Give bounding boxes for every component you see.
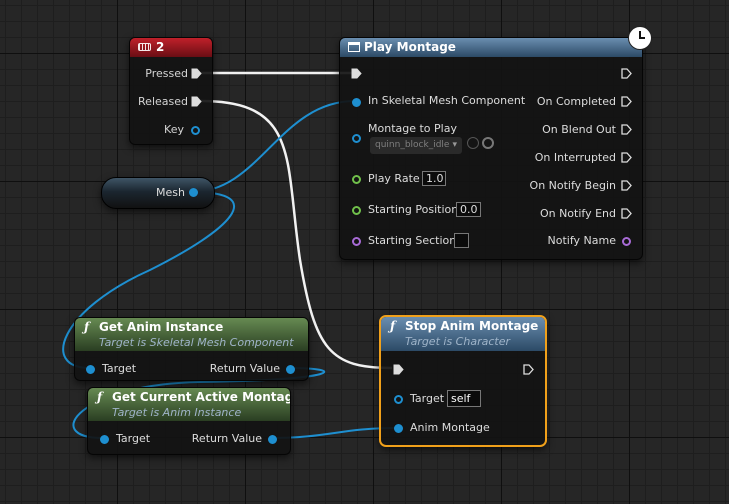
mesh-label: Mesh — [156, 186, 185, 199]
released-exec-pin[interactable] — [191, 96, 202, 107]
get-current-montage-node[interactable]: ƒ Get Current Active Montage Target is A… — [87, 387, 291, 455]
play-montage-exec-out[interactable] — [621, 68, 632, 79]
play-montage-exec-in[interactable] — [351, 68, 362, 79]
play-rate-pin[interactable] — [352, 175, 361, 184]
stop-montage-exec-in[interactable] — [393, 364, 404, 375]
play-rate-label: Play Rate — [368, 172, 420, 185]
notify-name-pin[interactable] — [622, 237, 631, 246]
get-anim-instance-node[interactable]: ƒ Get Anim Instance Target is Skeletal M… — [74, 317, 309, 381]
on-blend-out-pin[interactable] — [621, 124, 632, 135]
mesh-component-label: In Skeletal Mesh Component — [368, 94, 526, 107]
on-notify-begin-label: On Notify Begin — [529, 179, 616, 192]
current-montage-target-label: Target — [116, 432, 151, 445]
function-icon-2: ƒ — [97, 390, 103, 404]
on-completed-pin[interactable] — [621, 96, 632, 107]
released-label: Released — [138, 95, 188, 108]
mesh-output-pin[interactable] — [189, 188, 198, 197]
mesh-variable-node[interactable]: Mesh — [101, 177, 215, 209]
get-anim-instance-header: ƒ Get Anim Instance Target is Skeletal M… — [75, 318, 308, 351]
montage-label: Montage to Play — [368, 122, 457, 135]
current-montage-return-pin[interactable] — [268, 435, 277, 444]
stop-montage-target-pin[interactable] — [394, 395, 403, 404]
on-notify-end-label: On Notify End — [539, 207, 616, 220]
wire-mesh-to-play — [191, 100, 356, 193]
montage-node-icon — [348, 42, 360, 52]
play-montage-title: Play Montage — [364, 40, 456, 54]
anim-instance-return-pin[interactable] — [286, 365, 295, 374]
released-pin-row[interactable]: Released — [130, 95, 212, 109]
function-icon: ƒ — [84, 320, 90, 334]
stop-montage-target-label: Target — [410, 392, 445, 405]
use-selected-icon[interactable] — [467, 137, 479, 149]
start-section-field[interactable] — [454, 233, 469, 248]
search-icon[interactable] — [482, 137, 494, 149]
mesh-component-pin[interactable] — [352, 98, 361, 107]
play-montage-header: Play Montage — [340, 38, 642, 57]
on-notify-begin-pin[interactable] — [621, 180, 632, 191]
key-event-node[interactable]: 2 Pressed Released Key — [129, 37, 213, 145]
current-montage-target-pin[interactable] — [100, 435, 109, 444]
on-blend-out-label: On Blend Out — [542, 123, 616, 136]
get-anim-instance-title: Get Anim Instance — [99, 320, 224, 334]
stop-montage-exec-out[interactable] — [523, 364, 534, 375]
stop-montage-anim-montage-pin[interactable] — [394, 424, 403, 433]
anim-instance-target-label: Target — [102, 362, 137, 375]
stop-anim-montage-title: Stop Anim Montage — [405, 319, 539, 333]
notify-name-label: Notify Name — [547, 234, 616, 247]
anim-instance-return-label: Return Value — [209, 362, 280, 375]
pressed-pin-row[interactable]: Pressed — [130, 67, 212, 81]
on-notify-end-pin[interactable] — [621, 208, 632, 219]
keyboard-icon — [138, 43, 151, 51]
montage-asset-value: quinn_block_idle — [375, 140, 450, 150]
play-rate-field[interactable]: 1.0 — [422, 171, 446, 186]
start-section-pin[interactable] — [352, 237, 361, 246]
stop-montage-target-field[interactable]: self — [447, 390, 481, 407]
clock-icon — [628, 26, 652, 50]
start-position-label: Starting Position — [368, 203, 459, 216]
current-montage-return-label: Return Value — [191, 432, 262, 445]
function-icon-3: ƒ — [390, 319, 396, 333]
start-section-label: Starting Section — [368, 234, 457, 247]
pressed-label: Pressed — [145, 67, 188, 80]
stop-anim-montage-node[interactable]: ƒ Stop Anim Montage Target is Character … — [379, 315, 547, 447]
key-label: Key — [164, 123, 184, 136]
pressed-exec-pin[interactable] — [191, 68, 202, 79]
on-interrupted-label: On Interrupted — [534, 151, 616, 164]
anim-instance-target-pin[interactable] — [86, 365, 95, 374]
key-event-title: 2 — [156, 40, 165, 54]
montage-pin[interactable] — [352, 134, 361, 143]
play-montage-node[interactable]: Play Montage In Skeletal Mesh Component … — [339, 26, 652, 260]
get-current-montage-title: Get Current Active Montage — [112, 390, 290, 404]
chevron-down-icon: ▾ — [452, 140, 457, 150]
start-position-field[interactable]: 0.0 — [456, 202, 481, 217]
get-current-montage-header: ƒ Get Current Active Montage Target is A… — [88, 388, 290, 421]
montage-asset-select[interactable]: quinn_block_idle ▾ — [370, 137, 462, 154]
stop-montage-anim-montage-label: Anim Montage — [410, 421, 490, 434]
stop-anim-montage-subtitle: Target is Character — [405, 335, 510, 348]
get-anim-instance-subtitle: Target is Skeletal Mesh Component — [99, 336, 294, 349]
key-event-header: 2 — [130, 38, 212, 57]
key-struct-pin[interactable] — [191, 126, 200, 135]
on-completed-label: On Completed — [536, 95, 616, 108]
on-interrupted-pin[interactable] — [621, 152, 632, 163]
key-pin-row[interactable]: Key — [130, 123, 212, 137]
get-current-montage-subtitle: Target is Anim Instance — [112, 406, 242, 419]
start-position-pin[interactable] — [352, 206, 361, 215]
stop-anim-montage-header: ƒ Stop Anim Montage Target is Character — [381, 317, 545, 351]
